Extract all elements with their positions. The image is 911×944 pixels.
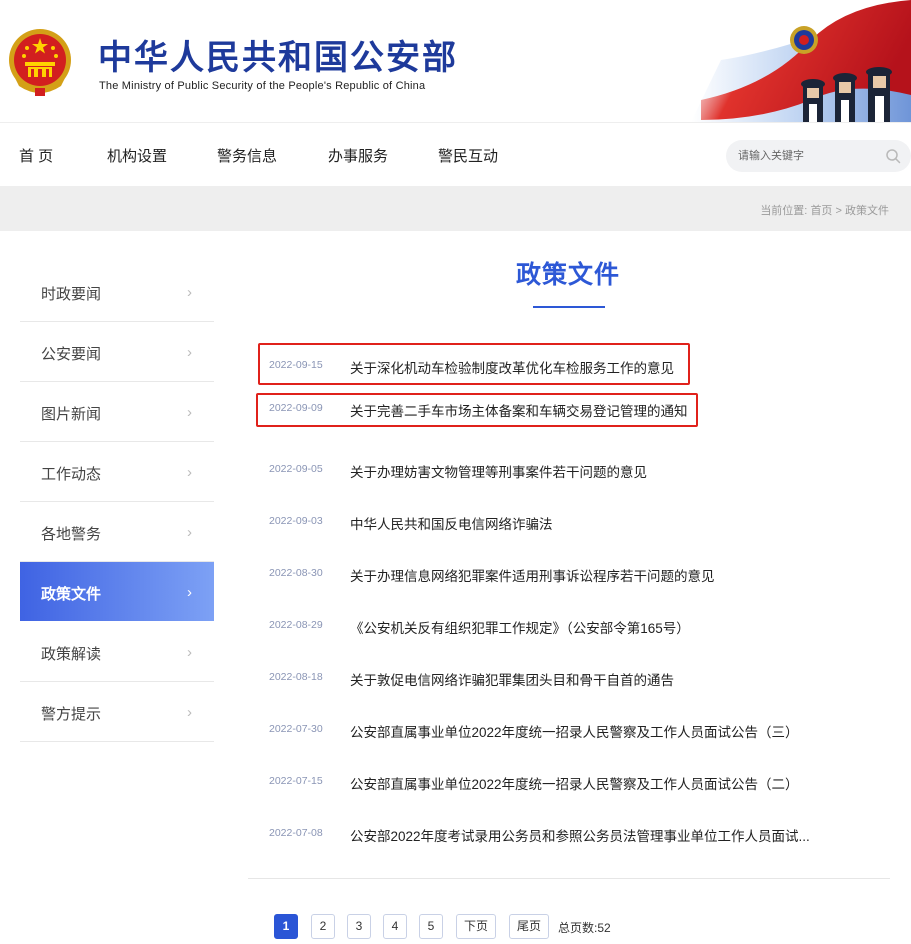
total-pages-label: 总页数:52: [558, 921, 611, 935]
document-title-link[interactable]: 《公安机关反有组织犯罪工作规定》（公安部令第165号）: [350, 617, 690, 637]
main-nav: 首 页 机构设置 警务信息 办事服务 警民互动: [0, 122, 911, 186]
document-title-link[interactable]: 关于完善二手车市场主体备案和车辆交易登记管理的通知: [350, 400, 688, 420]
document-date: 2022-09-09: [269, 402, 323, 414]
breadcrumb: 当前位置: 首页 > 政策文件: [760, 202, 889, 218]
flag-police-banner: [661, 0, 911, 122]
document-title-link[interactable]: 关于办理信息网络犯罪案件适用刑事诉讼程序若干问题的意见: [350, 565, 715, 585]
sidebar-item-label: 工作动态: [41, 466, 102, 483]
sidebar: 时政要闻 › 公安要闻 › 图片新闻 › 工作动态 › 各地警务 › 政策文件 …: [20, 262, 214, 742]
page-title: 政策文件: [515, 261, 620, 289]
sidebar-item-label: 时政要闻: [41, 286, 102, 303]
document-title-link[interactable]: 关于办理妨害文物管理等刑事案件若干问题的意见: [350, 461, 647, 481]
sidebar-item-work-updates[interactable]: 工作动态 ›: [20, 442, 214, 502]
document-date: 2022-07-15: [269, 775, 323, 787]
list-item[interactable]: 2022-07-08 公安部2022年度考试录用公务员和参照公务员法管理事业单位…: [248, 806, 890, 858]
list-item[interactable]: 2022-09-05 关于办理妨害文物管理等刑事案件若干问题的意见: [248, 442, 890, 494]
document-date: 2022-09-15: [269, 359, 323, 371]
sidebar-item-label: 图片新闻: [41, 406, 102, 423]
search-icon[interactable]: [885, 148, 901, 164]
chevron-right-icon: ›: [187, 584, 192, 601]
search-box: [726, 140, 911, 172]
list-item[interactable]: 2022-09-09 关于完善二手车市场主体备案和车辆交易登记管理的通知: [248, 390, 890, 442]
national-emblem-icon[interactable]: [7, 26, 73, 98]
chevron-right-icon: ›: [187, 704, 192, 721]
document-title-link[interactable]: 公安部直属事业单位2022年度统一招录人民警察及工作人员面试公告（二）: [350, 773, 799, 793]
document-title-link[interactable]: 关于深化机动车检验制度改革优化车检服务工作的意见: [350, 357, 674, 377]
sidebar-item-policy-interpretation[interactable]: 政策解读 ›: [20, 622, 214, 682]
document-list: 2022-09-15 关于深化机动车检验制度改革优化车检服务工作的意见 2022…: [248, 338, 890, 858]
page-button-3[interactable]: 3: [347, 914, 371, 939]
next-page-button[interactable]: 下页: [456, 914, 496, 939]
page-button-4[interactable]: 4: [383, 914, 407, 939]
breadcrumb-home-link[interactable]: 首页: [810, 205, 832, 217]
sidebar-item-label: 公安要闻: [41, 346, 102, 363]
breadcrumb-current: 政策文件: [845, 205, 889, 217]
site-title[interactable]: 中华人民共和国公安部: [98, 30, 458, 79]
list-item[interactable]: 2022-09-03 中华人民共和国反电信网络诈骗法: [248, 494, 890, 546]
sidebar-item-label: 警方提示: [41, 706, 102, 723]
breadcrumb-prefix: 当前位置:: [760, 205, 808, 217]
last-page-button[interactable]: 尾页: [509, 914, 549, 939]
nav-item-services[interactable]: 办事服务: [328, 145, 388, 166]
list-item[interactable]: 2022-08-30 关于办理信息网络犯罪案件适用刑事诉讼程序若干问题的意见: [248, 546, 890, 598]
page-button-5[interactable]: 5: [419, 914, 443, 939]
sidebar-item-current-affairs[interactable]: 时政要闻 ›: [20, 262, 214, 322]
sidebar-item-local-policing[interactable]: 各地警务 ›: [20, 502, 214, 562]
chevron-right-icon: ›: [187, 284, 192, 301]
document-title-link[interactable]: 公安部2022年度考试录用公务员和参照公务员法管理事业单位工作人员面试...: [350, 825, 810, 845]
sidebar-item-police-news[interactable]: 公安要闻 ›: [20, 322, 214, 382]
chevron-right-icon: ›: [187, 524, 192, 541]
sidebar-item-policy-documents[interactable]: 政策文件 ›: [20, 562, 214, 622]
list-item[interactable]: 2022-07-15 公安部直属事业单位2022年度统一招录人民警察及工作人员面…: [248, 754, 890, 806]
page-button-2[interactable]: 2: [311, 914, 335, 939]
site-header: 中华人民共和国公安部 The Ministry of Public Securi…: [0, 0, 911, 122]
document-date: 2022-08-30: [269, 567, 323, 579]
nav-item-home[interactable]: 首 页: [19, 145, 53, 166]
sidebar-item-label: 政策解读: [41, 646, 102, 663]
chevron-right-icon: ›: [187, 344, 192, 361]
list-item[interactable]: 2022-07-30 公安部直属事业单位2022年度统一招录人民警察及工作人员面…: [248, 702, 890, 754]
document-title-link[interactable]: 公安部直属事业单位2022年度统一招录人民警察及工作人员面试公告（三）: [350, 721, 799, 741]
list-item[interactable]: 2022-09-15 关于深化机动车检验制度改革优化车检服务工作的意见: [248, 338, 890, 390]
document-date: 2022-08-18: [269, 671, 323, 683]
nav-item-police-info[interactable]: 警务信息: [217, 145, 277, 166]
sidebar-item-label: 政策文件: [41, 586, 102, 603]
list-item[interactable]: 2022-08-18 关于敦促电信网络诈骗犯罪集团头目和骨干自首的通告: [248, 650, 890, 702]
document-date: 2022-07-30: [269, 723, 323, 735]
title-underline: [533, 306, 605, 308]
nav-item-organization[interactable]: 机构设置: [107, 145, 167, 166]
document-date: 2022-07-08: [269, 827, 323, 839]
document-title-link[interactable]: 中华人民共和国反电信网络诈骗法: [350, 513, 553, 533]
chevron-right-icon: ›: [187, 644, 192, 661]
breadcrumb-bar: 当前位置: 首页 > 政策文件: [0, 186, 911, 231]
document-title-link[interactable]: 关于敦促电信网络诈骗犯罪集团头目和骨干自首的通告: [350, 669, 674, 689]
list-divider: [248, 878, 890, 879]
site-subtitle: The Ministry of Public Security of the P…: [99, 80, 426, 92]
chevron-right-icon: ›: [187, 404, 192, 421]
search-input[interactable]: [738, 147, 878, 165]
document-date: 2022-08-29: [269, 619, 323, 631]
document-date: 2022-09-05: [269, 463, 323, 475]
document-date: 2022-09-03: [269, 515, 323, 527]
sidebar-item-photo-news[interactable]: 图片新闻 ›: [20, 382, 214, 442]
nav-item-interaction[interactable]: 警民互动: [438, 145, 498, 166]
sidebar-item-label: 各地警务: [41, 526, 102, 543]
list-item[interactable]: 2022-08-29 《公安机关反有组织犯罪工作规定》（公安部令第165号）: [248, 598, 890, 650]
sidebar-item-police-tips[interactable]: 警方提示 ›: [20, 682, 214, 742]
chevron-right-icon: ›: [187, 464, 192, 481]
breadcrumb-separator: >: [835, 205, 842, 217]
page-button-1[interactable]: 1: [274, 914, 298, 939]
